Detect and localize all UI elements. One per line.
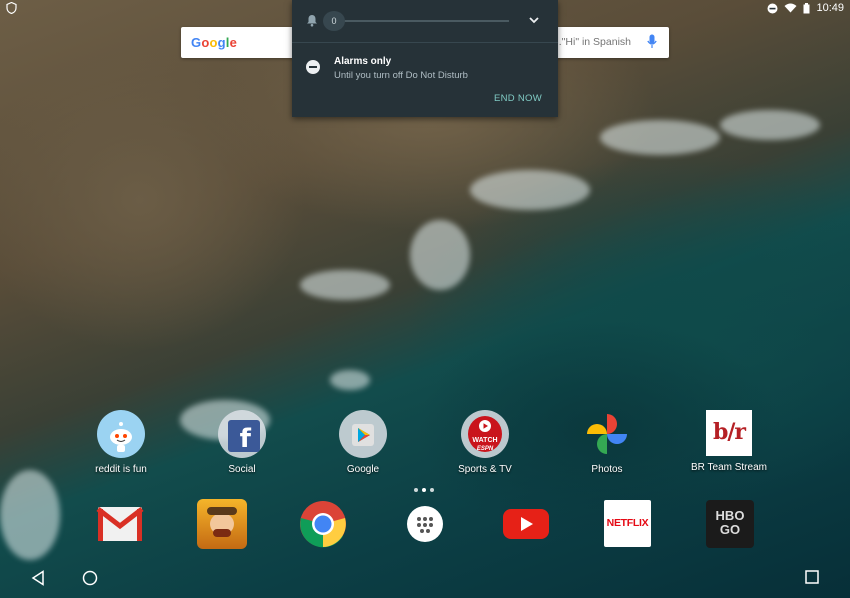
- app-drawer-icon[interactable]: [401, 500, 449, 548]
- app-label: Photos: [591, 464, 623, 475]
- app-label: BR Team Stream: [691, 462, 767, 473]
- br-icon: b/r: [706, 410, 752, 456]
- app-br-team-stream[interactable]: b/r BR Team Stream: [674, 410, 784, 473]
- wifi-icon: [784, 3, 797, 13]
- google-logo: Google: [191, 35, 238, 50]
- dnd-minus-icon: [306, 60, 320, 74]
- photos-icon: [583, 410, 631, 458]
- br-text: b/r: [712, 419, 746, 445]
- app-photos[interactable]: Photos: [552, 410, 662, 475]
- mic-icon[interactable]: [647, 34, 657, 55]
- app-label: Social: [228, 464, 256, 475]
- reddit-icon: [97, 410, 145, 458]
- google-folder-icon: [339, 410, 387, 458]
- volume-slider-thumb[interactable]: 0: [323, 11, 345, 31]
- hbo-go-logo-text: HBO GO: [715, 508, 745, 537]
- page-indicator: [414, 488, 434, 492]
- clash-of-clans-icon[interactable]: [197, 499, 247, 549]
- page-dot: [430, 488, 434, 492]
- app-folder-social[interactable]: f Social: [187, 410, 297, 475]
- gmail-icon[interactable]: [96, 500, 144, 548]
- home-icon[interactable]: [82, 570, 98, 591]
- app-folder-sports-tv[interactable]: WATCH ESPN Sports & TV: [430, 410, 540, 475]
- volume-slider-track[interactable]: [344, 20, 509, 22]
- dnd-icon: [767, 3, 778, 14]
- dnd-mode-subtitle: Until you turn off Do Not Disturb: [334, 70, 468, 81]
- netflix-icon[interactable]: NETFLIX: [604, 500, 652, 548]
- navigation-bar: [0, 560, 850, 598]
- hbo-go-icon[interactable]: HBO GO: [706, 500, 754, 548]
- app-label: Google: [346, 464, 380, 475]
- search-hint: ..."Hi" in Spanish: [552, 36, 631, 48]
- recents-icon[interactable]: [805, 570, 819, 589]
- app-label: Sports & TV: [458, 464, 512, 475]
- chrome-icon[interactable]: [299, 500, 347, 548]
- shield-icon: [6, 1, 17, 17]
- divider: [292, 42, 558, 43]
- app-folder-google[interactable]: Google: [308, 410, 418, 475]
- chevron-down-icon[interactable]: [528, 12, 540, 30]
- netflix-logo-text: NETFLIX: [606, 517, 649, 529]
- social-folder-icon: f: [218, 410, 266, 458]
- espn-text: ESPN: [476, 446, 494, 452]
- bell-icon: [306, 14, 318, 32]
- dnd-mode-title: Alarms only: [334, 56, 392, 67]
- watch-text: WATCH: [472, 437, 498, 444]
- app-label: reddit is fun: [95, 464, 147, 475]
- page-dot-active: [422, 488, 426, 492]
- watch-espn-icon: WATCH ESPN: [461, 410, 509, 458]
- battery-icon: [803, 2, 810, 14]
- dnd-panel: 0 Alarms only Until you turn off Do Not …: [292, 0, 558, 117]
- back-icon[interactable]: [31, 570, 45, 591]
- youtube-icon[interactable]: [502, 500, 550, 548]
- clock: 10:49: [816, 2, 844, 14]
- page-dot: [414, 488, 418, 492]
- app-reddit-is-fun[interactable]: reddit is fun: [66, 410, 176, 475]
- end-now-button[interactable]: END NOW: [494, 93, 542, 104]
